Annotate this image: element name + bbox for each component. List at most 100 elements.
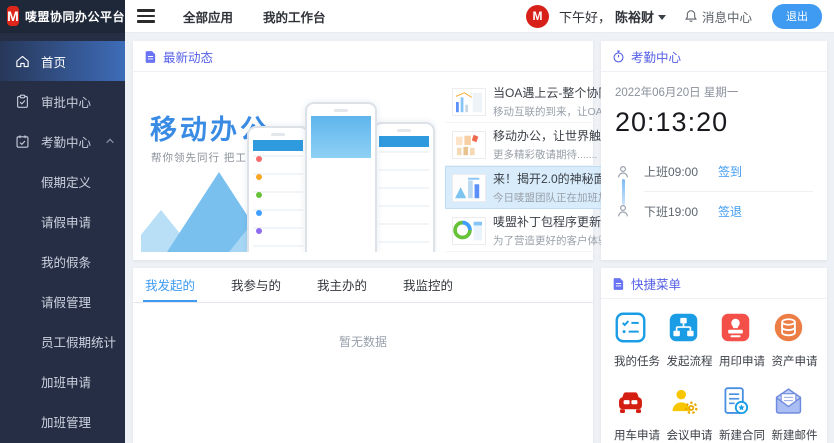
greeting-text: 下午好， [559, 7, 611, 26]
quick-item-my-tasks[interactable]: 我的任务 [609, 311, 662, 369]
phone-mockup [305, 102, 377, 252]
contract-icon [719, 385, 752, 418]
news-thumbnail [452, 174, 486, 202]
tab-hosted-by-me[interactable]: 我主办的 [315, 268, 369, 302]
promo-banner: 移动办公 帮你领先同行 把工作带出办公室 [141, 80, 437, 252]
phone-mockup [247, 126, 309, 252]
nav-all-apps[interactable]: 全部应用 [183, 7, 233, 26]
message-center-link[interactable]: 消息中心 [684, 7, 752, 26]
sidebar-item-my-leave-notes[interactable]: 我的假条 [0, 241, 125, 281]
shift-label: 上班09:00 [644, 163, 718, 180]
attendance-panel: 考勤中心 2022年06月20日 星期一 20:13:20 上班09:00 签到 [601, 41, 827, 260]
quick-item-label: 资产申请 [772, 353, 820, 369]
quick-item-new-mail[interactable]: 新建邮件 [767, 385, 820, 443]
attendance-body: 2022年06月20日 星期一 20:13:20 上班09:00 签到 下班19… [601, 72, 827, 230]
sidebar-item-leave-request[interactable]: 请假申请 [0, 201, 125, 241]
quick-item-vehicle-request[interactable]: 用车申请 [609, 385, 662, 443]
bell-icon [684, 9, 698, 23]
app-title: 唛盟协同办公平台 [25, 8, 125, 25]
quick-item-label: 我的任务 [614, 353, 662, 369]
empty-state-text: 暂无数据 [133, 333, 593, 350]
quick-item-seal-request[interactable]: 用印申请 [714, 311, 767, 369]
top-nav: 全部应用 我的工作台 [183, 7, 326, 26]
quick-item-asset-request[interactable]: 资产申请 [767, 311, 820, 369]
logo-area: M 唛盟协同办公平台 [0, 0, 125, 33]
logout-button[interactable]: 退出 [772, 4, 822, 29]
quick-item-start-flow[interactable]: 发起流程 [662, 311, 715, 369]
quick-item-label: 新建邮件 [772, 427, 820, 443]
quick-item-meeting-request[interactable]: 会议申请 [662, 385, 715, 443]
stamp-icon [719, 311, 752, 344]
home-icon [15, 54, 30, 69]
attendance-header: 考勤中心 [601, 41, 827, 72]
quick-item-label: 发起流程 [667, 353, 715, 369]
quick-menu-grid: 我的任务 发起流程 用印申请 [601, 299, 827, 443]
quick-item-label: 新建合同 [719, 427, 767, 443]
timeline-connector [622, 179, 625, 205]
sidebar-item-leave-management[interactable]: 请假管理 [0, 281, 125, 321]
sidebar-item-approval-center[interactable]: 审批中心 [0, 81, 125, 121]
username: 陈裕财 [615, 7, 654, 26]
tasks-panel: 我发起的 我参与的 我主办的 我监控的 暂无数据 [133, 268, 593, 443]
calendar-icon [15, 134, 30, 149]
chevron-up-icon [105, 137, 115, 145]
document-icon [144, 50, 157, 63]
attendance-clock: 20:13:20 [615, 107, 813, 138]
quick-item-new-contract[interactable]: 新建合同 [714, 385, 767, 443]
news-thumbnail [452, 131, 486, 159]
quick-item-label: 用车申请 [614, 427, 662, 443]
car-icon [614, 385, 647, 418]
latest-news-panel: 最新动态 移动办公 帮你领先同行 把工作带出办公室 [133, 41, 593, 260]
quick-item-label: 用印申请 [719, 353, 767, 369]
tasks-tabbar: 我发起的 我参与的 我主办的 我监控的 [133, 268, 593, 303]
sidebar-item-overtime-management[interactable]: 加班管理 [0, 401, 125, 441]
caret-down-icon [658, 15, 666, 20]
person-icon [615, 164, 631, 180]
quick-menu-panel: 快捷菜单 我的任务 发起流程 [601, 268, 827, 443]
panel-title: 快捷菜单 [631, 274, 681, 293]
meeting-person-icon [667, 385, 700, 418]
user-avatar[interactable]: M [526, 5, 549, 28]
phone-mockup [373, 122, 435, 252]
stopwatch-icon [612, 50, 625, 63]
sidebar-item-label: 审批中心 [41, 92, 91, 111]
sidebar-item-attendance-center[interactable]: 考勤中心 [0, 121, 125, 161]
flow-icon [667, 311, 700, 344]
menu-toggle-icon[interactable] [137, 6, 155, 25]
document-icon [612, 277, 625, 290]
user-menu[interactable]: 下午好， 陈裕财 [559, 7, 666, 26]
brand-logo: M [7, 6, 19, 26]
task-list-icon [614, 311, 647, 344]
tab-participated-by-me[interactable]: 我参与的 [229, 268, 283, 302]
tab-initiated-by-me[interactable]: 我发起的 [143, 268, 197, 302]
panel-title: 最新动态 [163, 47, 213, 66]
attendance-row: 下班19:00 签退 [615, 191, 813, 230]
sidebar: 首页 审批中心 考勤中心 假期定义 请假申请 我的假条 请假管理 员工假期统计 … [0, 33, 125, 443]
sign-out-link[interactable]: 签退 [718, 203, 742, 220]
mail-icon [772, 385, 805, 418]
sidebar-item-holiday-definition[interactable]: 假期定义 [0, 161, 125, 201]
nav-my-workbench[interactable]: 我的工作台 [263, 7, 326, 26]
sign-in-link[interactable]: 签到 [718, 163, 742, 180]
phone-mockups [247, 90, 435, 252]
sidebar-item-home[interactable]: 首页 [0, 41, 125, 81]
sidebar-item-employee-leave-stats[interactable]: 员工假期统计 [0, 321, 125, 361]
tab-monitored-by-me[interactable]: 我监控的 [401, 268, 455, 302]
asset-database-icon [772, 311, 805, 344]
quick-item-label: 会议申请 [667, 427, 715, 443]
shift-label: 下班19:00 [644, 203, 718, 220]
news-thumbnail [452, 88, 486, 116]
sidebar-item-label: 首页 [41, 52, 66, 71]
sidebar-item-overtime-request[interactable]: 加班申请 [0, 361, 125, 401]
attendance-date: 2022年06月20日 星期一 [615, 84, 813, 100]
news-thumbnail [452, 217, 486, 245]
panel-title: 考勤中心 [631, 47, 681, 66]
news-body: 移动办公 帮你领先同行 把工作带出办公室 [133, 72, 593, 260]
quick-menu-header: 快捷菜单 [601, 268, 827, 299]
attendance-rows: 上班09:00 签到 下班19:00 签退 [615, 152, 813, 230]
latest-news-header: 最新动态 [133, 41, 593, 72]
topbar-right: M 下午好， 陈裕财 消息中心 退出 [526, 4, 834, 29]
attendance-row: 上班09:00 签到 [615, 152, 813, 191]
topbar: M 唛盟协同办公平台 全部应用 我的工作台 M 下午好， 陈裕财 消息中心 退出 [0, 0, 834, 33]
message-center-label: 消息中心 [702, 7, 752, 26]
